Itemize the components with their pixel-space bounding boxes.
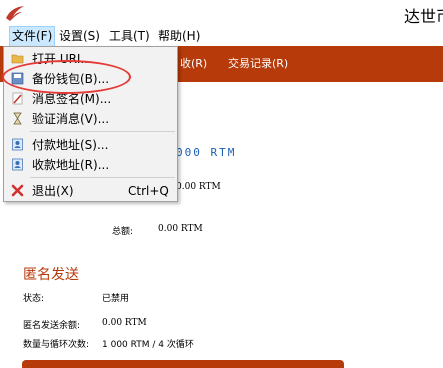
menu-bar: 文件(F) 设置(S) 工具(T) 帮助(H) [0, 26, 443, 47]
menu-tools[interactable]: 工具(T) [107, 27, 152, 46]
menu-help[interactable]: 帮助(H) [156, 27, 202, 46]
menu-item-sign-message[interactable]: 消息签名(M)... [4, 89, 177, 109]
pen-icon [12, 92, 23, 105]
folder-icon [11, 54, 24, 64]
menu-item-sending-addresses[interactable]: 付款地址(S)... [4, 135, 177, 155]
menu-item-quit[interactable]: 退出(X) Ctrl+Q [4, 181, 177, 201]
menu-item-label: 消息签名(M)... [32, 92, 112, 106]
total-value: 0.00 RTM [158, 224, 203, 234]
anon-rounds-label: 数量与循环次数: [23, 340, 90, 350]
hourglass-icon [13, 112, 22, 125]
menu-file[interactable]: 文件(F) [8, 26, 56, 47]
menu-item-label: 退出(X) [32, 184, 74, 198]
menu-item-shortcut: Ctrl+Q [128, 184, 169, 198]
tab-receive[interactable]: 收(R) [180, 46, 207, 82]
app-logo-icon [6, 6, 24, 21]
menu-item-backup-wallet[interactable]: 备份钱包(B)... [4, 69, 177, 89]
tab-transactions[interactable]: 交易记录(R) [228, 46, 288, 82]
anon-send-title: 匿名发送 [23, 267, 79, 283]
menu-separator [30, 131, 175, 132]
file-menu-dropdown: 打开 URI... 备份钱包(B)... 消息签名(M)... 验证消息(V).… [3, 46, 178, 202]
menu-item-label: 收款地址(R)... [32, 158, 110, 172]
menu-item-label: 备份钱包(B)... [32, 72, 110, 86]
menu-item-label: 付款地址(S)... [32, 138, 109, 152]
anon-send-button[interactable] [22, 360, 344, 368]
menu-item-receiving-addresses[interactable]: 收款地址(R)... [4, 155, 177, 175]
menu-item-label: 验证消息(V)... [32, 112, 110, 126]
close-icon [11, 184, 24, 197]
menu-settings[interactable]: 设置(S) [57, 27, 102, 46]
address-book-icon [12, 138, 23, 151]
menu-item-label: 打开 URI... [32, 52, 92, 66]
menu-item-verify-message[interactable]: 验证消息(V)... [4, 109, 177, 129]
title-bar: 达世币 [0, 0, 443, 27]
anon-rounds-value: 1 000 RTM / 4 次循环 [102, 340, 194, 350]
anon-status-value: 已禁用 [102, 294, 130, 304]
balance-main: 000 RTM [176, 146, 237, 159]
anon-balance-value: 0.00 RTM [102, 318, 147, 328]
window-title: 达世币 [404, 7, 443, 26]
menu-separator [30, 177, 175, 178]
address-book-icon [12, 158, 23, 171]
anon-status-label: 状态: [23, 294, 45, 304]
menu-item-open-uri[interactable]: 打开 URI... [4, 49, 177, 69]
total-label: 总额: [112, 227, 134, 237]
anon-balance-label: 匿名发送余额: [23, 321, 81, 331]
backup-icon [11, 72, 24, 85]
balance-secondary: 0.00 RTM [176, 182, 221, 192]
